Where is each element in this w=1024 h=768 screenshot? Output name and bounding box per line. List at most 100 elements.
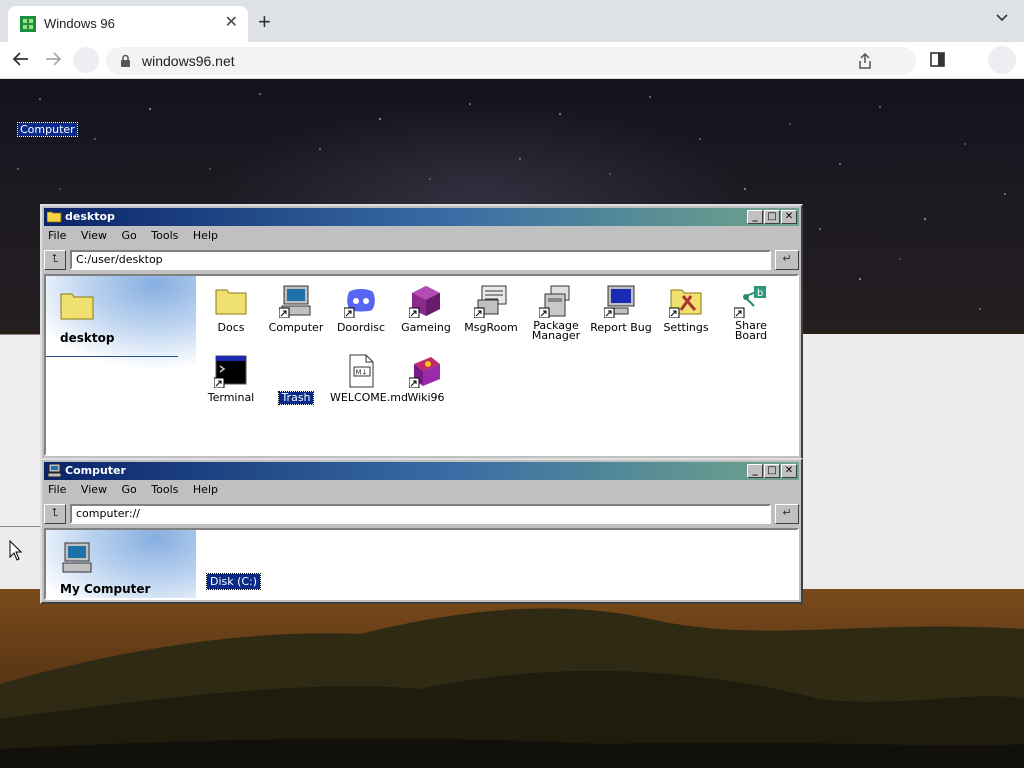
desktop-item-share-board[interactable]: b Share Board [718, 284, 784, 344]
desktop-item-settings[interactable]: Settings [653, 284, 719, 336]
minimize-button[interactable]: _ [747, 210, 763, 224]
browser-toolbar: windows96.net [0, 42, 1024, 79]
browser-tab[interactable]: Windows 96 ✕ [8, 6, 248, 42]
package-icon [539, 285, 570, 318]
window-titlebar[interactable]: desktop _ □ ✕ [44, 208, 799, 226]
divider [46, 356, 178, 357]
menu-bar: File View Go Tools Help [46, 229, 227, 247]
desktop-item-welcome-md[interactable]: M↓ WELCOME.md [328, 354, 408, 406]
menu-go[interactable]: Go [122, 229, 137, 242]
item-label: Package Manager [531, 319, 581, 342]
item-label: MsgRoom [464, 321, 518, 334]
desktop-item-computer[interactable]: Computer [263, 284, 329, 336]
side-panel-icon[interactable] [930, 52, 945, 67]
desktop-item-doordisc[interactable]: Doordisc [328, 284, 394, 336]
new-tab-icon[interactable]: + [258, 11, 271, 33]
desktop-item-msgroom[interactable]: MsgRoom [458, 284, 524, 336]
menu-tools[interactable]: Tools [151, 229, 178, 242]
tab-title: Windows 96 [44, 16, 115, 31]
desktop-item-wiki96[interactable]: Wiki96 [393, 354, 459, 406]
folder-side-panel: desktop [46, 276, 196, 454]
monitor-icon [604, 285, 635, 318]
item-label: Gameing [401, 321, 451, 334]
menu-bar: File View Go Tools Help [46, 483, 227, 501]
item-label: Trash [278, 391, 314, 405]
item-label: Settings [663, 321, 709, 334]
minimize-button[interactable]: _ [747, 464, 763, 478]
item-label: Terminal [207, 391, 255, 404]
computer-icon [47, 464, 62, 478]
window-title: Computer [65, 464, 126, 477]
wiki-book-icon [409, 357, 440, 388]
computer-side-panel: My Computer [46, 530, 196, 598]
windows96-favicon-icon [20, 16, 36, 32]
maximize-button[interactable]: □ [764, 210, 780, 224]
browser-tab-strip: Windows 96 ✕ + [0, 0, 1024, 42]
desktop-item-package-manager[interactable]: Package Manager [523, 284, 589, 344]
close-button[interactable]: ✕ [781, 464, 797, 478]
desktop-item-docs[interactable]: Docs [198, 284, 264, 336]
url-text: windows96.net [142, 53, 235, 69]
svg-text:b: b [757, 288, 763, 299]
computer-explorer-window: Computer _ □ ✕ File View Go Tools Help ⮤… [40, 458, 803, 604]
menu-go[interactable]: Go [122, 483, 137, 496]
item-label: Computer [268, 321, 324, 334]
chevron-down-icon[interactable] [996, 14, 1008, 22]
up-folder-button[interactable]: ⮤ [44, 250, 66, 270]
folder-side-title: desktop [60, 331, 115, 345]
item-label: Docs [217, 321, 245, 334]
path-input[interactable]: C:/user/desktop [70, 250, 771, 270]
menu-view[interactable]: View [81, 229, 107, 242]
desktop-explorer-window: desktop _ □ ✕ File View Go Tools Help ⮤ … [40, 204, 803, 460]
back-arrow-icon[interactable] [12, 50, 30, 68]
maximize-button[interactable]: □ [764, 464, 780, 478]
address-bar[interactable]: windows96.net [106, 47, 916, 75]
computer-side-title: My Computer [60, 582, 151, 596]
item-label: Wiki96 [407, 391, 445, 404]
terminal-icon [214, 355, 247, 388]
mouse-cursor-icon [9, 540, 23, 561]
disk-c-item[interactable]: Disk (C:) [205, 573, 262, 590]
item-label: Share Board [734, 319, 768, 342]
go-button[interactable]: ↵ [775, 250, 799, 270]
window-titlebar[interactable]: Computer _ □ ✕ [44, 462, 799, 480]
menu-file[interactable]: File [48, 229, 66, 242]
profile-avatar[interactable] [988, 46, 1016, 74]
desktop-item-report-bug[interactable]: Report Bug [588, 284, 654, 336]
trash-icon [279, 354, 313, 388]
item-label: Doordisc [336, 321, 386, 334]
go-button[interactable]: ↵ [775, 504, 799, 524]
markdown-file-icon: M↓ [349, 354, 374, 388]
window-title: desktop [65, 210, 115, 223]
menu-tools[interactable]: Tools [151, 483, 178, 496]
folder-view: desktop Docs Computer Doordisc Gameing M… [44, 274, 799, 456]
menu-view[interactable]: View [81, 483, 107, 496]
folder-icon [60, 293, 94, 320]
forward-arrow-icon[interactable] [44, 50, 62, 68]
settings-folder-icon [669, 289, 702, 318]
desktop-item-terminal[interactable]: Terminal [198, 354, 264, 406]
computer-icon [279, 285, 311, 318]
background-window-edge [0, 334, 42, 527]
desktop-item-gameing[interactable]: Gameing [393, 284, 459, 336]
reload-button[interactable] [73, 47, 99, 73]
svg-text:M↓: M↓ [356, 369, 368, 377]
menu-help[interactable]: Help [193, 229, 218, 242]
close-button[interactable]: ✕ [781, 210, 797, 224]
share-icon[interactable] [858, 53, 872, 69]
item-label: WELCOME.md [330, 391, 408, 404]
folder-icon [47, 211, 62, 223]
share-board-icon: b [734, 286, 766, 318]
desktop-icon-computer-label[interactable]: Computer [17, 122, 78, 137]
discord-icon [344, 289, 375, 318]
path-input[interactable]: computer:// [70, 504, 771, 524]
folder-icon [215, 289, 247, 315]
tab-close-icon[interactable]: ✕ [225, 14, 238, 32]
mountain-wallpaper [0, 589, 1024, 768]
lock-icon [121, 54, 130, 67]
up-folder-button[interactable]: ⮤ [44, 504, 66, 524]
desktop-item-trash[interactable]: Trash [263, 354, 329, 406]
menu-help[interactable]: Help [193, 483, 218, 496]
menu-file[interactable]: File [48, 483, 66, 496]
computer-view: My Computer Disk (C:) [44, 528, 799, 600]
